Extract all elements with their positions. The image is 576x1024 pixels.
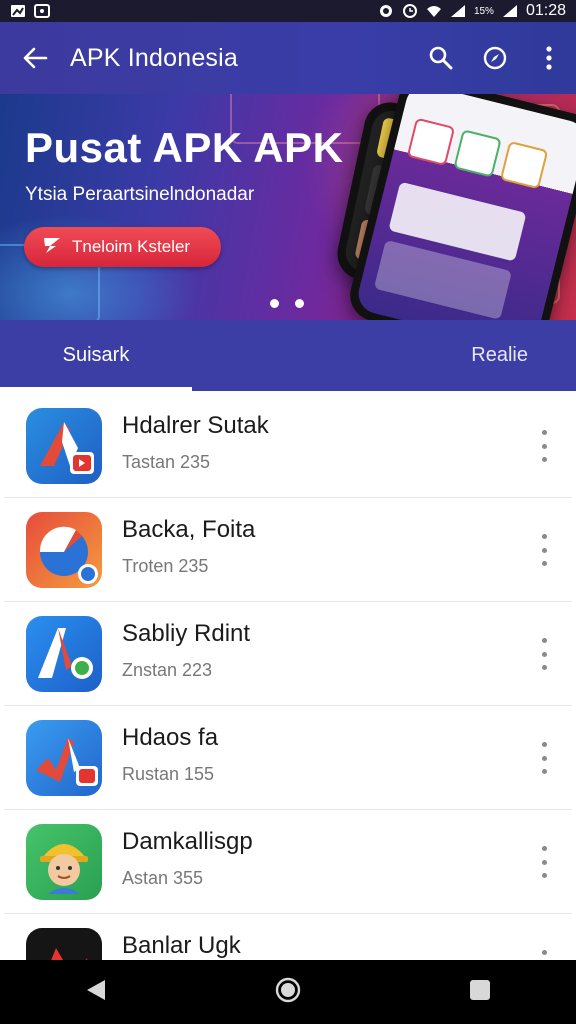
- promo-banner[interactable]: Pusat APK APK Ytsia Peraartsinelndonadar…: [0, 94, 576, 320]
- tab-realie[interactable]: Realie: [192, 320, 576, 391]
- wifi-icon: [426, 4, 442, 18]
- more-vert-icon: [545, 45, 553, 71]
- page-dot[interactable]: [270, 299, 279, 308]
- item-menu-button[interactable]: [532, 740, 556, 776]
- list-item[interactable]: Hdaos fa Rustan 155: [4, 706, 572, 810]
- app-name: Sabliy Rdint: [122, 620, 251, 647]
- compass-icon: [482, 45, 508, 71]
- compass-button[interactable]: [468, 22, 522, 94]
- tab-bar: Suisark Realie: [0, 320, 576, 391]
- app-meta: Znstan 223: [122, 660, 213, 680]
- item-menu-button[interactable]: [532, 428, 556, 464]
- app-name: Damkallisgp: [122, 828, 253, 855]
- app-name: Backa, Foita: [122, 516, 256, 543]
- notification-icon: [10, 4, 26, 18]
- search-icon: [428, 45, 454, 71]
- app-name: Hdaos fa: [122, 724, 219, 751]
- list-item[interactable]: Banlar Ugk: [4, 914, 572, 960]
- green-character-app-icon: [26, 824, 102, 900]
- more-button[interactable]: [522, 22, 576, 94]
- list-item[interactable]: Sabliy Rdint Znstan 223: [4, 602, 572, 706]
- banner-page-indicator[interactable]: [270, 299, 304, 308]
- tab-indicator: [0, 387, 192, 391]
- app-name: Hdalrer Sutak: [122, 412, 269, 439]
- app-title: APK Indonesia: [70, 43, 238, 72]
- tab-label: Suisark: [62, 344, 130, 366]
- banner-title: Pusat APK APK: [25, 124, 344, 171]
- signal-icon: [502, 4, 518, 18]
- nav-back-button[interactable]: [66, 960, 126, 1024]
- photo-icon: [34, 4, 50, 18]
- black-red-app-icon: [26, 928, 102, 960]
- app-meta: Astan 355: [122, 868, 204, 888]
- list-item[interactable]: Hdalrer Sutak Tastan 235: [4, 394, 572, 498]
- tab-label: Realie: [471, 344, 528, 366]
- blue-red-app-icon: [26, 720, 102, 796]
- list-item[interactable]: Damkallisgp Astan 355: [4, 810, 572, 914]
- app-meta: Rustan 155: [122, 764, 215, 784]
- clock-time: 01:28: [525, 2, 566, 19]
- item-menu-button[interactable]: [532, 948, 556, 960]
- search-button[interactable]: [414, 22, 468, 94]
- app-name: Banlar Ugk: [122, 932, 241, 959]
- status-left: [10, 4, 50, 18]
- home-circle-icon: [274, 976, 302, 1009]
- banner-subtitle: Ytsia Peraartsinelndonadar: [25, 184, 255, 205]
- clock-icon: [402, 4, 418, 18]
- nav-home-button[interactable]: [258, 960, 318, 1024]
- app-bar: APK Indonesia: [0, 22, 576, 94]
- signal-icon: [450, 4, 466, 18]
- tab-suisark[interactable]: Suisark: [0, 320, 192, 391]
- system-nav-bar: [0, 960, 576, 1024]
- back-button[interactable]: [0, 22, 70, 94]
- orange-blue-app-icon: [26, 512, 102, 588]
- app-list[interactable]: Hdalrer Sutak Tastan 235 Backa, Foita Tr…: [4, 394, 572, 960]
- item-menu-button[interactable]: [532, 532, 556, 568]
- blue-green-app-icon: [26, 616, 102, 692]
- back-arrow-icon: [22, 47, 48, 69]
- back-triangle-icon: [85, 978, 107, 1007]
- nav-recents-button[interactable]: [450, 960, 510, 1024]
- item-menu-button[interactable]: [532, 636, 556, 672]
- page-dot[interactable]: [295, 299, 304, 308]
- status-right: 15% 01:28: [378, 2, 566, 20]
- recents-square-icon: [469, 979, 491, 1006]
- banner-cta-label: Tneloim Ksteler: [72, 237, 191, 256]
- item-menu-button[interactable]: [532, 844, 556, 880]
- blue-red-app-icon: [26, 408, 102, 484]
- list-item[interactable]: Backa, Foita Troten 235: [4, 498, 572, 602]
- banner-cta-button[interactable]: Tneloim Ksteler: [24, 227, 221, 267]
- battery-text: 15%: [473, 5, 494, 17]
- app-meta: Troten 235: [122, 556, 209, 576]
- alarm-icon: [378, 4, 394, 18]
- status-bar: 15% 01:28: [0, 0, 576, 22]
- app-meta: Tastan 235: [122, 452, 211, 472]
- lightning-icon: [42, 236, 62, 259]
